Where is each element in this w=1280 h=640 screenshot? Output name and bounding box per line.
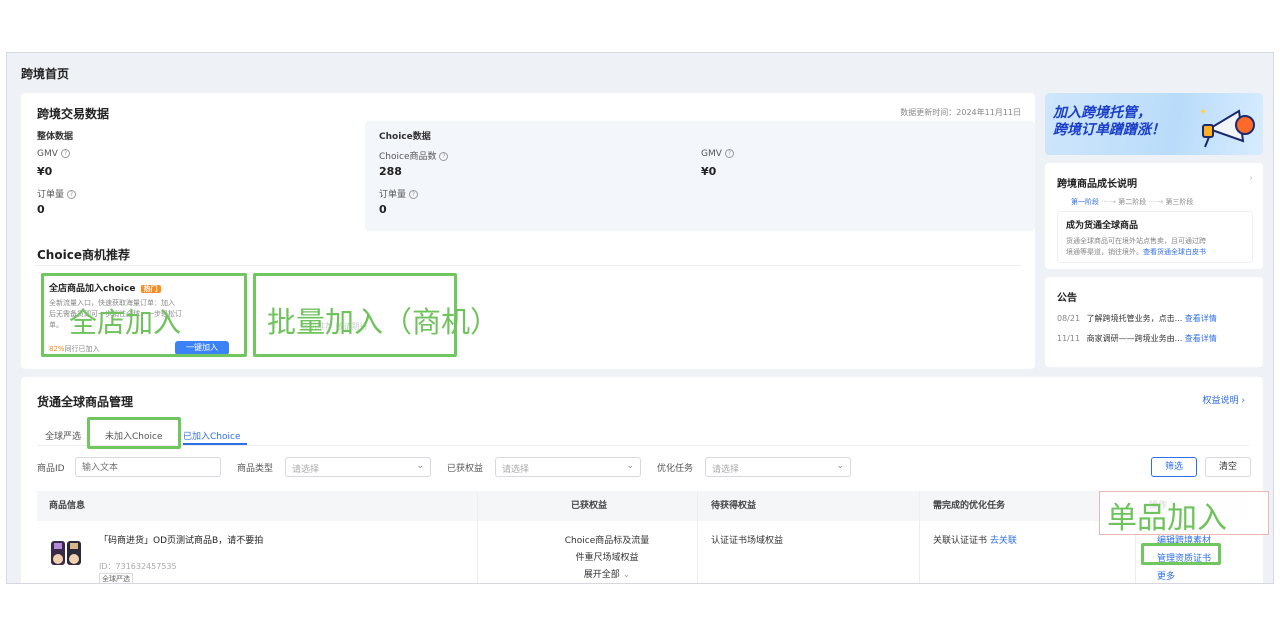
update-time: 数据更新时间：2024年11月11日 (900, 108, 1021, 117)
col-tasks: 需完成的优化任务 (933, 501, 1006, 511)
promo-banner[interactable]: 加入跨境托管， 跨境订单蹭蹭涨！ ✦ (1045, 93, 1263, 155)
opportunity-title: Choice商机推荐 (37, 248, 130, 262)
choice-count-value: 288 (379, 165, 402, 178)
annotation-single: 单品加入 (1107, 501, 1227, 536)
pending-rights: 认证证书场域权益 (711, 536, 784, 546)
growth-stage-box: 成为货通全球商品 货通全球商品可在境外站点售卖，且可通过跨 境通等渠道，销往境外… (1057, 211, 1253, 263)
help-icon[interactable]: ? (439, 152, 449, 161)
product-id-input[interactable] (75, 457, 221, 477)
divider (35, 265, 1021, 266)
notice-detail-link[interactable]: 查看详情 (1185, 314, 1217, 323)
help-icon[interactable]: ? (724, 149, 734, 158)
table-row: 「码商进货」OD页测试商品B，请不要拍 ID：731632457535 全球严选… (37, 521, 1249, 583)
trade-title: 跨境交易数据 (37, 107, 110, 121)
task-select[interactable]: 请选择 ⌄ (705, 457, 851, 477)
choice-title: Choice数据 (379, 132, 431, 142)
product-name[interactable]: 「码商进货」OD页测试商品B，请不要拍 (99, 533, 263, 546)
notice-card: 公告 08/21 了解跨境托管业务，点击... 查看详情 11/11 商家调研—… (1045, 277, 1263, 367)
choice-data-panel (365, 121, 1035, 231)
svg-text:✦: ✦ (1199, 107, 1207, 118)
link-certificate-button[interactable]: 去关联 (990, 536, 1017, 546)
page-title: 跨境首页 (21, 67, 70, 81)
chevron-down-icon: ⌄ (622, 570, 631, 580)
notice-item[interactable]: 08/21 了解跨境托管业务，点击... 查看详情 (1057, 313, 1257, 324)
table-header: 商品信息 已获权益 待获得权益 需完成的优化任务 操作 (37, 491, 1249, 521)
product-thumbnail[interactable] (49, 537, 85, 569)
tab-global-select[interactable]: 全球严选 (45, 429, 81, 442)
choice-gmv-value: ¥0 (701, 165, 717, 178)
col-pending-rights: 待获得权益 (711, 501, 757, 511)
notice-item[interactable]: 11/11 商家调研——跨境业务由... 查看详情 (1057, 333, 1257, 344)
filter-rights-label: 已获权益 (447, 464, 484, 474)
more-link[interactable]: 更多 (1157, 569, 1175, 582)
annotation-box-tab (87, 417, 181, 449)
choice-count-label: Choice商品数? (379, 149, 449, 162)
help-icon[interactable]: ? (60, 149, 70, 158)
tabs-divider (37, 445, 1249, 446)
app-frame: 跨境首页 跨境交易数据 数据更新时间：2024年11月11日 整体数据 GMV?… (6, 52, 1274, 584)
chevron-down-icon: ⌄ (416, 461, 424, 471)
optimization-task: 关联认证证书 去关联 (933, 536, 1017, 546)
banner-text: 加入跨境托管， 跨境订单蹭蹭涨！ (1053, 105, 1165, 138)
col-product-info: 商品信息 (49, 501, 86, 511)
choice-orders-value: 0 (379, 203, 387, 216)
growth-desc: 货通全球商品可在境外站点售卖，且可通过跨 境通等渠道，销往境外。查看货通全球白皮… (1066, 237, 1206, 256)
overall-orders-value: 0 (37, 203, 45, 216)
filter-id-label: 商品ID (37, 464, 65, 474)
help-icon[interactable]: ? (409, 190, 419, 199)
growth-steps: 第一阶段 ····→ 第二阶段 ····→ 第三阶段 (1071, 198, 1194, 206)
rights-link[interactable]: 权益说明 › (1203, 393, 1245, 406)
overall-orders-label: 订单量? (37, 187, 77, 200)
choice-gmv-label: GMV? (701, 149, 734, 159)
chevron-down-icon: ⌄ (626, 461, 634, 471)
overall-gmv-value: ¥0 (37, 165, 53, 178)
product-tag: 全球严选 (99, 573, 133, 583)
obtained-rights: Choice商品标及流量 件重尺场域权益 展开全部 ⌄ (507, 533, 707, 583)
annotation-store: 全店加入 (69, 306, 182, 339)
overall-title: 整体数据 (37, 132, 74, 142)
filter-task-label: 优化任务 (657, 464, 694, 474)
rights-select[interactable]: 请选择 ⌄ (495, 457, 641, 477)
tab-joined[interactable]: 已加入Choice (183, 429, 240, 442)
megaphone-icon: ✦ (1199, 107, 1255, 148)
col-rights: 已获权益 (571, 501, 608, 511)
growth-card: 跨境商品成长说明 › 第一阶段 ····→ 第二阶段 ····→ 第三阶段 成为… (1045, 163, 1263, 269)
help-icon[interactable]: ? (67, 190, 77, 199)
notice-detail-link[interactable]: 查看详情 (1185, 334, 1217, 343)
annotation-box-single (1141, 543, 1221, 565)
goods-title: 货通全球商品管理 (37, 395, 134, 409)
expand-all-button[interactable]: 展开全部 ⌄ (507, 567, 707, 583)
filter-type-label: 商品类型 (237, 464, 274, 474)
goods-management-card: 货通全球商品管理 权益说明 › 全球严选 未加入Choice 已加入Choice… (21, 377, 1269, 583)
overall-gmv-label: GMV? (37, 149, 70, 159)
trade-data-card: 跨境交易数据 数据更新时间：2024年11月11日 整体数据 GMV? ¥0 订… (21, 93, 1035, 369)
whitepaper-link[interactable]: 查看货通全球白皮书 (1143, 248, 1206, 256)
choice-orders-label: 订单量? (379, 187, 419, 200)
filter-button[interactable]: 筛选 (1151, 457, 1197, 477)
annotation-batch: 批量加入（商机） (267, 305, 500, 339)
product-type-select[interactable]: 请选择 ⌄ (285, 457, 431, 477)
notice-title: 公告 (1057, 293, 1077, 304)
chevron-right-icon[interactable]: › (1249, 173, 1253, 184)
clear-button[interactable]: 清空 (1205, 457, 1251, 477)
growth-title: 跨境商品成长说明 (1057, 179, 1137, 190)
growth-heading: 成为货通全球商品 (1066, 221, 1139, 231)
product-id: ID：731632457535 (99, 562, 177, 571)
chevron-down-icon: ⌄ (836, 461, 844, 471)
